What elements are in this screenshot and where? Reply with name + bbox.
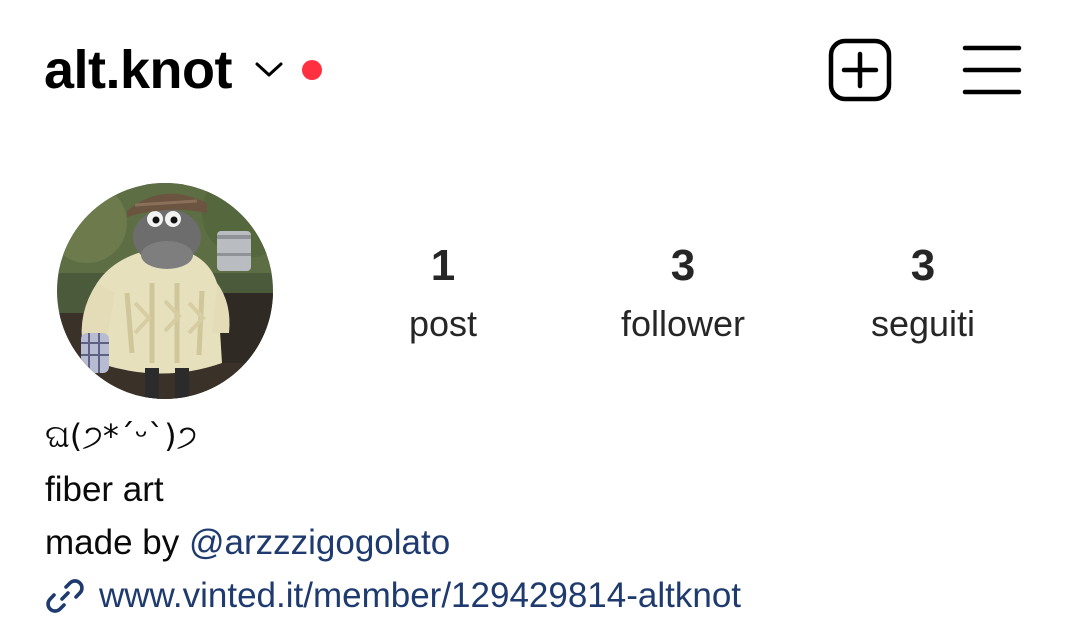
posts-count: 1	[430, 241, 456, 290]
bio-credit: made by @arzzzigogolato	[45, 516, 1045, 569]
following-count: 3	[910, 241, 936, 290]
profile-header: alt.knot	[44, 34, 1044, 106]
following-label: seguiti	[870, 303, 976, 344]
profile-bio: ଘ(੭*ˊᵕˋ)੭ fiber art made by @arzzzigogol…	[45, 410, 1045, 622]
followers-label: follower	[620, 303, 746, 344]
avatar[interactable]	[57, 183, 273, 399]
create-button[interactable]	[828, 38, 892, 102]
menu-button[interactable]	[962, 42, 1022, 98]
hamburger-menu-icon	[962, 45, 1022, 95]
followers-stat[interactable]: 3 follower	[573, 240, 793, 348]
username: alt.knot	[44, 40, 233, 100]
link-icon	[45, 576, 85, 616]
website-url: www.vinted.it/member/129429814-altknot	[99, 576, 742, 615]
followers-count: 3	[670, 241, 696, 290]
notification-dot	[302, 60, 323, 80]
bio-website-link[interactable]: www.vinted.it/member/129429814-altknot	[45, 569, 1045, 622]
bio-credit-prefix: made by	[45, 523, 189, 562]
posts-stat[interactable]: 1 post	[333, 240, 553, 348]
plus-square-icon	[828, 38, 892, 102]
account-switcher[interactable]: alt.knot	[44, 40, 323, 100]
bio-description: fiber art	[45, 470, 164, 509]
bio-kaomoji: ଘ(੭*ˊᵕˋ)੭	[45, 417, 198, 455]
chevron-down-icon[interactable]	[254, 60, 284, 80]
mention-link[interactable]: @arzzzigogolato	[189, 523, 450, 562]
following-stat[interactable]: 3 seguiti	[813, 240, 1033, 348]
posts-label: post	[408, 303, 478, 344]
